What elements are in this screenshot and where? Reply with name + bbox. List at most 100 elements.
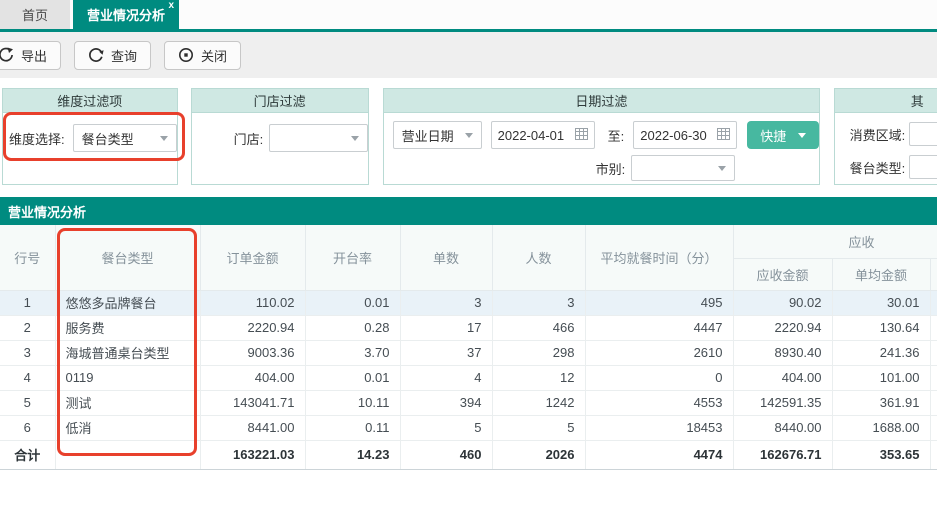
start-date-input[interactable]: 2022-04-01 bbox=[491, 121, 595, 149]
cell: 5 bbox=[492, 415, 585, 440]
cell: 130.64 bbox=[832, 315, 930, 340]
export-button[interactable]: 导出 bbox=[0, 41, 61, 70]
cell: 2610 bbox=[585, 340, 733, 365]
store-panel-body: 门店: bbox=[192, 113, 368, 184]
total-row[interactable]: 合计163221.0314.2346020264474162676.71353.… bbox=[0, 440, 937, 469]
query-button[interactable]: 查询 bbox=[74, 41, 151, 70]
shift-select-label: 市别: bbox=[596, 159, 626, 178]
cell: 8930.40 bbox=[733, 340, 832, 365]
cell: 163221.03 bbox=[200, 440, 305, 469]
chevron-down-icon bbox=[160, 136, 168, 141]
grid-title-bar: 营业情况分析 bbox=[0, 197, 937, 225]
close-button-label: 关闭 bbox=[201, 46, 227, 65]
quick-date-button[interactable]: 快捷 bbox=[747, 121, 819, 149]
dimension-select-value: 餐台类型 bbox=[82, 129, 134, 148]
export-circle-arrow-icon bbox=[0, 47, 14, 63]
filter-panels: 维度过滤项 维度选择: 餐台类型 门店过滤 门店: bbox=[0, 88, 937, 185]
end-date-input[interactable]: 2022-06-30 bbox=[633, 121, 737, 149]
close-button[interactable]: 关闭 bbox=[164, 41, 241, 70]
tab-close-icon[interactable]: x bbox=[168, 1, 174, 11]
other-filter-panel: 其 消费区域: 餐台类型: bbox=[834, 88, 937, 185]
other-panel-body: 消费区域: 餐台类型: bbox=[835, 113, 937, 184]
cell: 8440.00 bbox=[733, 415, 832, 440]
cell bbox=[55, 440, 200, 469]
calendar-icon bbox=[717, 127, 730, 143]
consume-region-label: 消费区域: bbox=[839, 125, 905, 144]
cell: 1242 bbox=[492, 390, 585, 415]
cell: 3 bbox=[492, 290, 585, 315]
cell: 353.65 bbox=[832, 440, 930, 469]
cell-clipped bbox=[930, 440, 937, 469]
cell: 0119 bbox=[55, 365, 200, 390]
cell: 3 bbox=[400, 290, 492, 315]
cell: 4 bbox=[400, 365, 492, 390]
cell: 241.36 bbox=[832, 340, 930, 365]
col-header-row-number[interactable]: 行号 bbox=[0, 225, 55, 290]
col-header-receivable-amount[interactable]: 应收金额 bbox=[733, 258, 832, 290]
export-button-label: 导出 bbox=[21, 46, 47, 65]
cell: 0 bbox=[585, 365, 733, 390]
table-row[interactable]: 3海城普通桌台类型9003.363.703729826108930.40241.… bbox=[0, 340, 937, 365]
cell: 404.00 bbox=[733, 365, 832, 390]
dimension-select-label: 维度选择: bbox=[9, 129, 65, 148]
col-header-open-rate[interactable]: 开台率 bbox=[305, 225, 400, 290]
cell: 298 bbox=[492, 340, 585, 365]
table-row[interactable]: 2服务费2220.940.281746644472220.94130.64 bbox=[0, 315, 937, 340]
other-panel-title: 其 bbox=[835, 89, 937, 113]
grid-title-text: 营业情况分析 bbox=[8, 202, 86, 221]
cell: 悠悠多品牌餐台 bbox=[55, 290, 200, 315]
table-row[interactable]: 40119404.000.014120404.00101.00 bbox=[0, 365, 937, 390]
date-type-select[interactable]: 营业日期 bbox=[393, 121, 482, 149]
cell: 110.02 bbox=[200, 290, 305, 315]
cell: 10.11 bbox=[305, 390, 400, 415]
chevron-down-icon bbox=[718, 166, 726, 171]
cell: 测试 bbox=[55, 390, 200, 415]
cell: 5 bbox=[400, 415, 492, 440]
col-header-order-amount[interactable]: 订单金额 bbox=[200, 225, 305, 290]
cell: 142591.35 bbox=[733, 390, 832, 415]
col-header-per-order-amount[interactable]: 单均金额 bbox=[832, 258, 930, 290]
date-filter-panel: 日期过滤 营业日期 2022-04-01 bbox=[383, 88, 821, 185]
col-header-avg-dining-time[interactable]: 平均就餐时间（分） bbox=[585, 225, 733, 290]
cell: 3.70 bbox=[305, 340, 400, 365]
cell: 0.01 bbox=[305, 290, 400, 315]
cell-clipped bbox=[930, 365, 937, 390]
table-row[interactable]: 6低消8441.000.1155184538440.001688.00 bbox=[0, 415, 937, 440]
col-header-people-count[interactable]: 人数 bbox=[492, 225, 585, 290]
cell: 1688.00 bbox=[832, 415, 930, 440]
shift-select[interactable] bbox=[631, 155, 735, 181]
start-date-value: 2022-04-01 bbox=[498, 128, 565, 143]
data-grid: 行号 餐台类型 订单金额 开台率 单数 人数 平均就餐时间（分） 应收 应收金额… bbox=[0, 225, 937, 470]
cell: 0.28 bbox=[305, 315, 400, 340]
cell: 37 bbox=[400, 340, 492, 365]
date-panel-body: 营业日期 2022-04-01 bbox=[384, 113, 820, 184]
cell: 4553 bbox=[585, 390, 733, 415]
table-type-input[interactable] bbox=[909, 155, 937, 179]
store-panel-title: 门店过滤 bbox=[192, 89, 368, 113]
cell: 162676.71 bbox=[733, 440, 832, 469]
cell: 合计 bbox=[0, 440, 55, 469]
tab-home-label: 首页 bbox=[22, 5, 48, 24]
chevron-down-icon bbox=[351, 136, 359, 141]
dimension-filter-panel: 维度过滤项 维度选择: 餐台类型 bbox=[2, 88, 178, 185]
col-header-table-type[interactable]: 餐台类型 bbox=[55, 225, 200, 290]
cell: 460 bbox=[400, 440, 492, 469]
consume-region-input[interactable] bbox=[909, 122, 937, 146]
cell: 495 bbox=[585, 290, 733, 315]
tab-business-analysis[interactable]: 营业情况分析 x bbox=[73, 0, 179, 29]
cell: 361.91 bbox=[832, 390, 930, 415]
query-button-label: 查询 bbox=[111, 46, 137, 65]
store-select[interactable] bbox=[269, 124, 367, 152]
refresh-icon bbox=[88, 47, 104, 63]
col-header-order-count[interactable]: 单数 bbox=[400, 225, 492, 290]
cell-clipped bbox=[930, 340, 937, 365]
table-row[interactable]: 1悠悠多品牌餐台110.020.013349590.0230.01 bbox=[0, 290, 937, 315]
dimension-select[interactable]: 餐台类型 bbox=[73, 124, 177, 152]
cell-clipped bbox=[930, 390, 937, 415]
dimension-panel-title: 维度过滤项 bbox=[3, 89, 177, 113]
table-header: 行号 餐台类型 订单金额 开台率 单数 人数 平均就餐时间（分） 应收 应收金额… bbox=[0, 225, 937, 290]
table-row[interactable]: 5测试143041.7110.1139412424553142591.35361… bbox=[0, 390, 937, 415]
cell: 4447 bbox=[585, 315, 733, 340]
tab-home[interactable]: 首页 bbox=[0, 0, 70, 29]
cell: 12 bbox=[492, 365, 585, 390]
